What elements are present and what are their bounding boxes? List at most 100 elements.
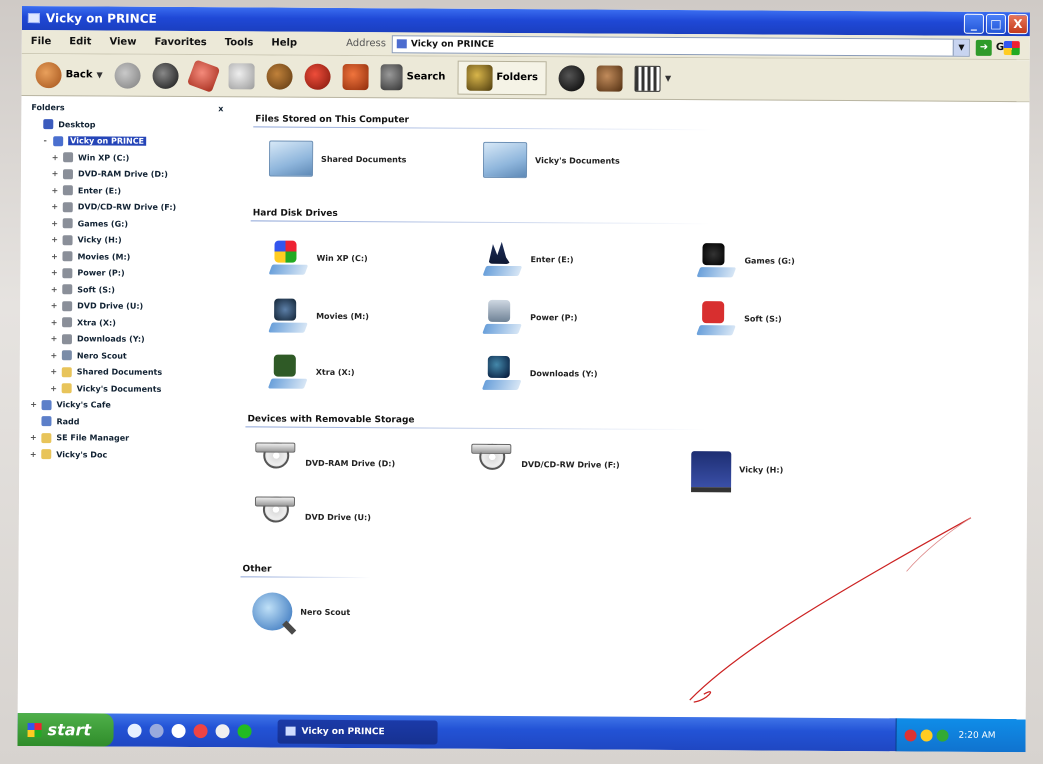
item-drive-y[interactable]: Downloads (Y:) [482, 354, 598, 393]
expand-toggle-icon[interactable]: + [50, 285, 58, 294]
tree-item[interactable]: + Power (P:) [20, 264, 230, 282]
show-desktop-icon[interactable] [149, 723, 164, 738]
tree-item[interactable]: + Vicky (H:) [21, 231, 231, 249]
folders-icon [466, 64, 493, 91]
item-drive-d[interactable]: DVD-RAM Drive (D:) [255, 442, 395, 483]
tray-icon[interactable] [920, 729, 933, 742]
maximize-button[interactable]: □ [985, 13, 1006, 35]
expand-toggle-icon[interactable]: + [51, 169, 59, 178]
tree-item[interactable]: Desktop [21, 116, 231, 134]
folder-icon [62, 301, 73, 312]
info-button[interactable] [558, 64, 586, 91]
menu-file[interactable]: File [22, 36, 61, 47]
media-player-icon[interactable] [171, 723, 186, 738]
close-pane-icon[interactable]: x [218, 104, 223, 113]
tree-item[interactable]: - Vicky on PRINCE [21, 132, 231, 150]
tree-item[interactable]: + Downloads (Y:) [20, 330, 230, 348]
expand-toggle-icon[interactable]: + [50, 318, 58, 327]
expand-toggle-icon[interactable]: + [29, 433, 37, 442]
up-button[interactable] [152, 62, 179, 89]
expand-toggle-icon[interactable]: + [50, 367, 58, 376]
item-shared-documents[interactable]: Shared Documents [268, 140, 407, 178]
expand-toggle-icon[interactable]: + [50, 301, 58, 310]
expand-toggle-icon[interactable]: + [51, 202, 59, 211]
tree-item[interactable]: + Vicky's Doc [19, 446, 229, 464]
item-drive-h[interactable]: Vicky (H:) [691, 451, 783, 488]
start-button[interactable]: start [17, 712, 114, 747]
copy-button[interactable] [228, 62, 255, 89]
app-icon[interactable] [215, 723, 230, 738]
menu-help[interactable]: Help [262, 37, 306, 49]
tree-item[interactable]: + Shared Documents [20, 363, 230, 381]
internet-explorer-icon[interactable] [127, 723, 142, 738]
folder-icon [62, 185, 73, 196]
tray-icon[interactable] [904, 728, 917, 741]
expand-toggle-icon[interactable]: + [50, 334, 58, 343]
tree-item[interactable]: + Nero Scout [20, 347, 230, 365]
item-drive-e[interactable]: Enter (E:) [482, 240, 574, 279]
item-nero-scout[interactable]: Nero Scout [252, 592, 350, 631]
address-bar[interactable]: Vicky on PRINCE ▼ [391, 34, 970, 57]
item-vickys-documents[interactable]: Vicky's Documents [482, 141, 620, 179]
item-drive-c[interactable]: Win XP (C:) [268, 239, 368, 278]
menu-edit[interactable]: Edit [60, 36, 100, 47]
expand-toggle-icon[interactable]: + [29, 450, 37, 459]
expand-toggle-icon[interactable]: + [50, 351, 58, 360]
cut-button[interactable] [186, 58, 221, 93]
undo-button[interactable] [342, 63, 369, 90]
tree-item[interactable]: Radd [19, 413, 229, 431]
expand-toggle-icon[interactable]: + [51, 219, 59, 228]
item-drive-g[interactable]: Games (G:) [696, 241, 795, 280]
close-button[interactable]: X [1007, 14, 1028, 35]
item-drive-x[interactable]: Xtra (X:) [268, 353, 355, 392]
paste-button[interactable] [266, 62, 293, 90]
expand-toggle-icon[interactable]: + [51, 153, 59, 162]
expand-toggle-icon[interactable]: + [30, 400, 38, 409]
expand-toggle-icon[interactable]: + [51, 186, 59, 195]
address-dropdown-icon[interactable]: ▼ [952, 39, 969, 56]
folders-pane-header: Folders x [21, 97, 231, 117]
back-dropdown-icon[interactable]: ▼ [97, 70, 103, 79]
tree-item[interactable]: + DVD Drive (U:) [20, 297, 230, 315]
tree-item[interactable]: + Soft (S:) [20, 281, 230, 299]
expand-toggle-icon[interactable]: + [51, 235, 59, 244]
folders-button[interactable]: Folders [457, 60, 548, 95]
back-button[interactable]: Back ▼ [35, 61, 103, 88]
tree-item[interactable]: + Vicky's Documents [20, 380, 230, 398]
messenger-icon[interactable] [237, 723, 252, 738]
tree-item[interactable]: + Vicky's Cafe [20, 396, 230, 414]
minimize-button[interactable]: _ [963, 13, 984, 34]
tree-item[interactable]: + Games (G:) [21, 215, 231, 233]
expand-toggle-icon[interactable]: + [50, 268, 58, 277]
properties-button[interactable] [596, 65, 624, 92]
item-drive-m[interactable]: Movies (M:) [268, 297, 369, 336]
item-label: Soft (S:) [744, 313, 782, 324]
search-button[interactable]: Search [380, 63, 446, 90]
views-button[interactable]: ▼ [634, 65, 671, 92]
expand-toggle-icon[interactable]: + [50, 252, 58, 261]
tree-item[interactable]: + Enter (E:) [21, 182, 231, 200]
taskbar-window-button[interactable]: Vicky on PRINCE [277, 719, 438, 745]
menu-tools[interactable]: Tools [216, 37, 263, 48]
media-icon[interactable] [193, 723, 208, 738]
delete-button[interactable] [304, 63, 331, 90]
tree-item[interactable]: + DVD/CD-RW Drive (F:) [21, 198, 231, 216]
item-drive-s[interactable]: Soft (S:) [696, 299, 782, 338]
expand-toggle-icon[interactable]: - [41, 136, 49, 145]
tree-item[interactable]: + Xtra (X:) [20, 314, 230, 332]
forward-button[interactable] [114, 62, 141, 89]
item-drive-p[interactable]: Power (P:) [482, 298, 578, 337]
views-dropdown-icon[interactable]: ▼ [665, 74, 671, 83]
group-title-other: Other [242, 564, 272, 575]
item-drive-u[interactable]: DVD Drive (U:) [254, 496, 371, 537]
tray-icon[interactable] [936, 729, 949, 742]
tree-item[interactable]: + DVD-RAM Drive (D:) [21, 165, 231, 183]
tree-item[interactable]: + Win XP (C:) [21, 149, 231, 167]
item-drive-f[interactable]: DVD/CD-RW Drive (F:) [471, 443, 620, 485]
tree-item[interactable]: + SE File Manager [19, 429, 229, 447]
expand-toggle-icon[interactable]: + [50, 384, 58, 393]
menu-view[interactable]: View [100, 36, 145, 48]
tree-item[interactable]: + Movies (M:) [20, 248, 230, 266]
menu-favorites[interactable]: Favorites [145, 37, 215, 48]
item-label: Nero Scout [300, 607, 351, 617]
